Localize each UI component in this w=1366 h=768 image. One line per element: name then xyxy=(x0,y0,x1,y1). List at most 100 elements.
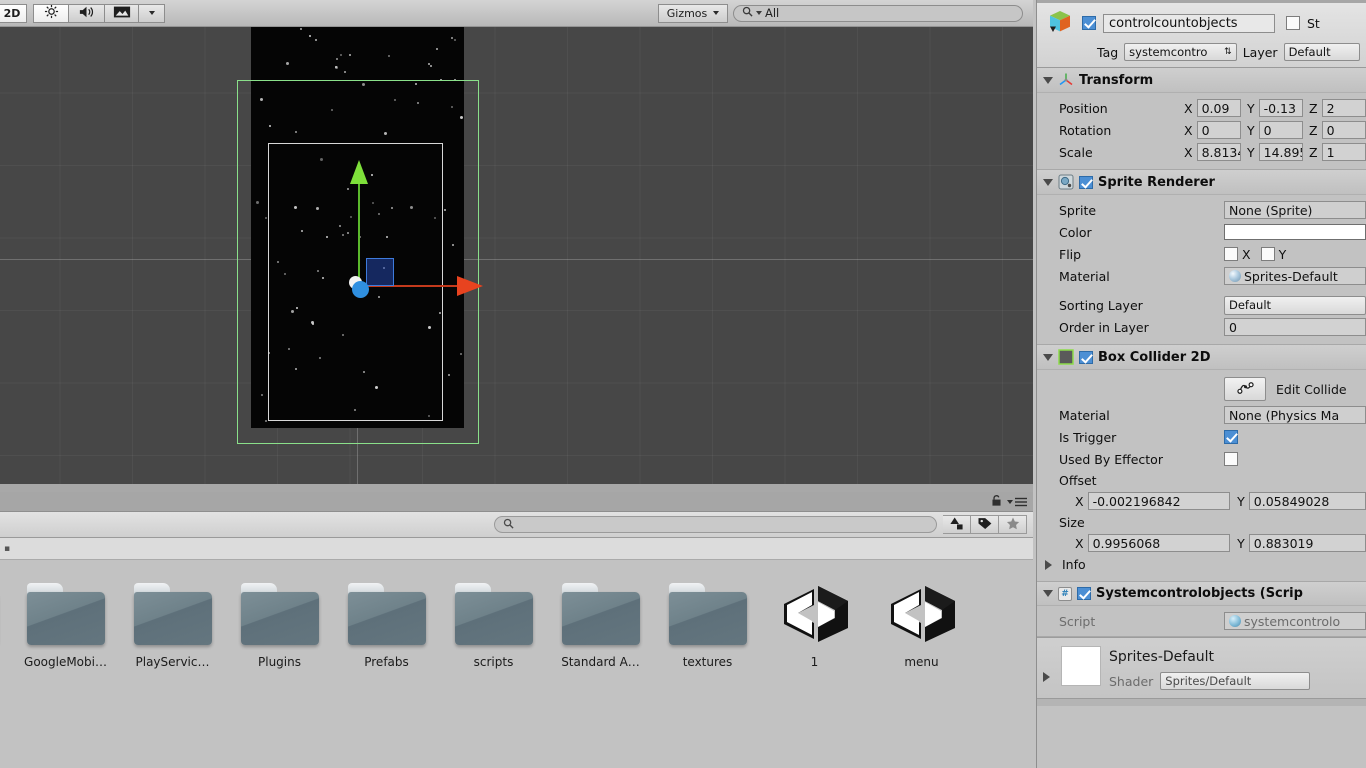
asset-folder[interactable]: r xyxy=(0,583,12,669)
project-asset-grid[interactable]: r GoogleMobi… PlayServic… Plugins Prefabs scr… xyxy=(0,561,1033,768)
lock-open-icon[interactable] xyxy=(991,494,1002,510)
transform-z-field[interactable]: 1 xyxy=(1321,143,1366,161)
asset-folder[interactable]: textures xyxy=(654,583,761,669)
asset-scene[interactable]: 1 xyxy=(761,583,868,669)
gameobject-enabled-checkbox[interactable] xyxy=(1082,16,1096,30)
offset-x-field[interactable]: -0.002196842 xyxy=(1087,492,1231,510)
sorting-layer-value: Default xyxy=(1229,298,1272,312)
axis-z-label: Z xyxy=(1309,100,1318,116)
script-object-field[interactable]: systemcontrolo xyxy=(1224,612,1366,630)
tag-icon xyxy=(978,517,992,533)
folder-icon xyxy=(454,583,533,645)
sprite-renderer-enabled-checkbox[interactable] xyxy=(1079,175,1093,189)
material-object-field[interactable]: Sprites-Default xyxy=(1224,267,1366,285)
transform-y-field[interactable]: 14.895 xyxy=(1258,143,1304,161)
type-filter-button[interactable] xyxy=(943,515,971,534)
effects-dropdown-button[interactable] xyxy=(139,3,165,23)
gizmos-button[interactable]: Gizmos xyxy=(658,3,728,23)
sorting-layer-dropdown[interactable]: Default xyxy=(1224,295,1366,315)
transform-y-field[interactable]: 0 xyxy=(1258,121,1304,139)
gizmo-origin-handle[interactable] xyxy=(352,281,369,298)
toggle-2d-button[interactable]: 2D xyxy=(0,3,27,23)
foldout-arrow-icon[interactable] xyxy=(1043,178,1053,186)
offset-y-field[interactable]: 0.05849028 xyxy=(1248,492,1366,510)
asset-folder[interactable]: scripts xyxy=(440,583,547,669)
updown-arrows-icon: ⇅ xyxy=(1224,46,1232,57)
scene-viewport[interactable] xyxy=(0,27,1033,484)
asset-folder[interactable]: Plugins xyxy=(226,583,333,669)
offset-row-label: Offset xyxy=(1037,470,1366,490)
asset-folder[interactable]: Standard A… xyxy=(547,583,654,669)
asset-label: scripts xyxy=(473,655,514,669)
move-gizmo[interactable] xyxy=(349,160,483,298)
script-enabled-checkbox[interactable] xyxy=(1077,587,1091,600)
asset-folder[interactable]: Prefabs xyxy=(333,583,440,669)
layer-dropdown[interactable]: Default xyxy=(1283,43,1360,61)
tag-label: Tag xyxy=(1097,44,1119,60)
transform-x-field[interactable]: 8.8134 xyxy=(1196,143,1241,161)
foldout-arrow-icon[interactable] xyxy=(1043,76,1053,84)
transform-z-field[interactable]: 2 xyxy=(1321,99,1366,117)
asset-folder[interactable]: GoogleMobi… xyxy=(12,583,119,669)
toggle-lighting-button[interactable] xyxy=(33,3,69,23)
project-search-input[interactable] xyxy=(518,518,928,531)
foldout-arrow-icon[interactable] xyxy=(1043,672,1053,682)
unity-scene-icon xyxy=(883,583,961,645)
collider-material-object-field[interactable]: None (Physics Ma xyxy=(1224,406,1366,424)
color-swatch-field[interactable] xyxy=(1224,224,1366,240)
scene-horizontal-scrollbar[interactable] xyxy=(0,484,1033,492)
project-search-field[interactable] xyxy=(494,516,937,533)
gameobject-cube-icon[interactable] xyxy=(1045,8,1075,38)
used-by-effector-checkbox[interactable] xyxy=(1224,452,1238,466)
order-in-layer-field[interactable]: 0 xyxy=(1224,318,1366,336)
foldout-arrow-icon[interactable] xyxy=(1043,590,1053,597)
script-component-header[interactable]: # Systemcontrolobjects (Scrip xyxy=(1037,582,1366,606)
gizmo-x-arrow-icon[interactable] xyxy=(457,276,483,296)
size-y-field[interactable]: 0.883019 xyxy=(1248,534,1366,552)
transform-row-position: Position X 0.09 Y -0.13 Z 2 xyxy=(1037,97,1366,119)
edit-collider-label: Edit Collide xyxy=(1276,381,1347,397)
label-filter-button[interactable] xyxy=(971,515,999,534)
asset-folder[interactable]: PlayServic… xyxy=(119,583,226,669)
folder-icon xyxy=(133,583,212,645)
favorites-filter-button[interactable] xyxy=(999,515,1027,534)
info-foldout-row[interactable]: Info xyxy=(1037,554,1366,575)
breadcrumb[interactable]: ▪ xyxy=(0,538,1033,560)
size-x-field[interactable]: 0.9956068 xyxy=(1087,534,1231,552)
transform-header[interactable]: Transform xyxy=(1037,68,1366,93)
flip-y-checkbox[interactable] xyxy=(1260,247,1275,261)
static-checkbox[interactable] xyxy=(1286,16,1300,30)
toggle-audio-button[interactable] xyxy=(69,3,105,23)
transform-x-field[interactable]: 0.09 xyxy=(1196,99,1241,117)
foldout-arrow-icon[interactable] xyxy=(1045,559,1055,570)
asset-scene[interactable]: menu xyxy=(868,583,975,669)
toggle-effects-button[interactable] xyxy=(105,3,139,23)
gizmo-y-axis[interactable] xyxy=(358,180,360,285)
scene-grid xyxy=(0,27,1033,484)
project-toolbar xyxy=(0,512,1033,538)
scene-search-field[interactable]: All xyxy=(733,4,1023,22)
panel-menu-icon[interactable] xyxy=(1007,497,1027,507)
is-trigger-checkbox[interactable] xyxy=(1224,430,1238,444)
flip-x-checkbox[interactable] xyxy=(1224,247,1238,261)
foldout-arrow-icon[interactable] xyxy=(1043,353,1053,361)
script-component-body: Script systemcontrolo xyxy=(1037,606,1366,636)
gizmo-xy-plane-handle[interactable] xyxy=(366,258,394,286)
transform-x-field[interactable]: 0 xyxy=(1196,121,1241,139)
tag-dropdown[interactable]: systemcontro ⇅ xyxy=(1124,43,1237,61)
unity-scene-icon xyxy=(776,583,854,645)
shader-dropdown[interactable]: Sprites/Default xyxy=(1160,672,1311,690)
gizmo-y-arrow-icon[interactable] xyxy=(350,160,368,184)
transform-y-field[interactable]: -0.13 xyxy=(1258,99,1304,117)
sun-icon xyxy=(44,4,59,22)
gameobject-name-field[interactable]: controlcountobjects xyxy=(1103,13,1275,33)
box-collider-header[interactable]: Box Collider 2D xyxy=(1037,345,1366,370)
transform-z-field[interactable]: 0 xyxy=(1321,121,1366,139)
edit-collider-button[interactable] xyxy=(1224,377,1266,401)
sprite-renderer-header[interactable]: Sprite Renderer xyxy=(1037,170,1366,195)
sprite-object-field[interactable]: None (Sprite) xyxy=(1224,201,1366,219)
order-in-layer-row: Order in Layer 0 xyxy=(1037,316,1366,338)
material-sphere-icon xyxy=(1229,270,1241,282)
box-collider-enabled-checkbox[interactable] xyxy=(1079,350,1093,364)
shapes-icon xyxy=(949,516,964,533)
